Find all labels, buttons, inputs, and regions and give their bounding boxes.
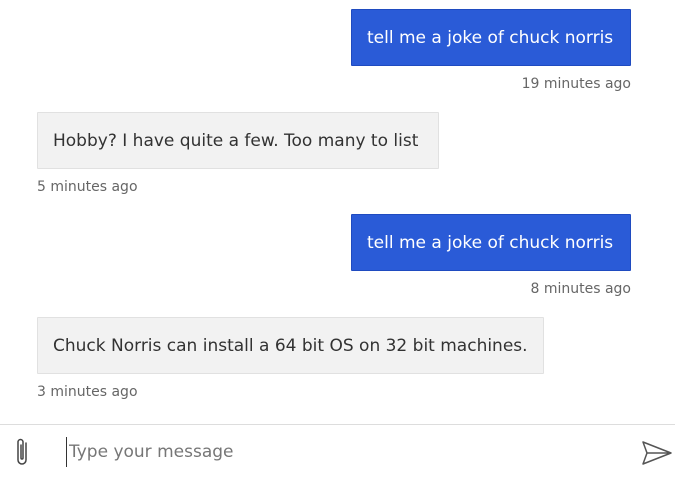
user-message: tell me a joke of chuck norris 19 minute…	[351, 9, 631, 92]
send-icon	[642, 441, 672, 465]
user-message: tell me a joke of chuck norris 8 minutes…	[351, 214, 631, 297]
bot-message: Hobby? I have quite a few. Too many to l…	[37, 112, 439, 195]
bot-message-bubble: Chuck Norris can install a 64 bit OS on …	[37, 317, 544, 374]
message-timestamp: 8 minutes ago	[530, 281, 631, 297]
message-timestamp: 5 minutes ago	[37, 179, 138, 195]
chat-transcript[interactable]: tell me a joke of chuck norris 19 minute…	[0, 0, 675, 424]
attach-button[interactable]	[8, 435, 38, 469]
user-message-bubble: tell me a joke of chuck norris	[351, 214, 631, 271]
bot-message-bubble: Hobby? I have quite a few. Too many to l…	[37, 112, 439, 169]
paperclip-icon	[17, 438, 27, 465]
user-message-bubble: tell me a joke of chuck norris	[351, 9, 631, 66]
send-button[interactable]	[639, 437, 675, 469]
chat-window: tell me a joke of chuck norris 19 minute…	[0, 0, 675, 479]
bot-message: Chuck Norris can install a 64 bit OS on …	[37, 317, 544, 400]
message-timestamp: 3 minutes ago	[37, 384, 138, 400]
message-timestamp: 19 minutes ago	[521, 76, 631, 92]
message-input[interactable]	[66, 437, 609, 467]
message-composer	[0, 424, 675, 479]
